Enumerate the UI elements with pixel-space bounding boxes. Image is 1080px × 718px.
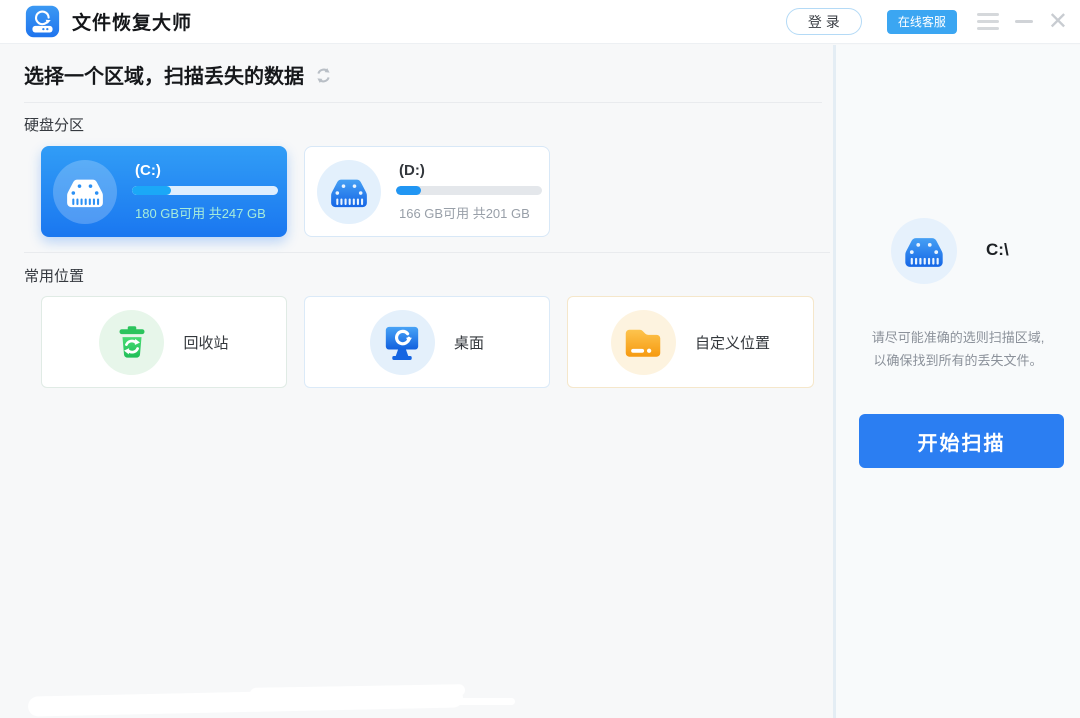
- drive-name: (C:): [132, 162, 278, 179]
- location-card-custom[interactable]: 自定义位置: [567, 296, 814, 388]
- online-service-button[interactable]: 在线客服: [887, 10, 957, 34]
- recycle-bin-icon: [99, 310, 164, 375]
- drive-icon: [53, 160, 117, 224]
- drive-card-d[interactable]: (D:) 166 GB可用 共201 GB: [304, 146, 550, 237]
- location-card-recycle-bin[interactable]: 回收站: [41, 296, 287, 388]
- location-label: 回收站: [183, 332, 228, 353]
- location-card-desktop[interactable]: 桌面: [304, 296, 550, 388]
- refresh-icon[interactable]: [314, 66, 333, 85]
- drive-icon: [317, 160, 381, 224]
- close-icon[interactable]: ✕: [1048, 12, 1068, 32]
- divider: [24, 252, 830, 253]
- drive-capacity-text: 180 GB可用 共247 GB: [132, 203, 278, 222]
- watermark-smudge: [440, 698, 515, 705]
- drive-card-c[interactable]: (C:) 180 GB可用 共247 GB: [41, 146, 287, 237]
- login-button[interactable]: 登 录: [786, 8, 862, 35]
- folder-icon: [611, 310, 676, 375]
- location-label: 桌面: [454, 332, 484, 353]
- app-window: 文件恢复大师 登 录 在线客服 ✕ 选择一个区域，扫描丢失的数据 硬盘分区: [0, 0, 1080, 718]
- drives-row: (C:) 180 GB可用 共247 GB: [41, 146, 550, 237]
- app-title: 文件恢复大师: [72, 8, 192, 35]
- page-title: 选择一个区域，扫描丢失的数据: [24, 60, 304, 89]
- selected-drive-label: C:\: [986, 240, 1009, 260]
- start-scan-button[interactable]: 开始扫描: [859, 414, 1064, 468]
- locations-section-label: 常用位置: [24, 265, 84, 286]
- title-bar: 文件恢复大师 登 录 在线客服 ✕: [0, 0, 1080, 44]
- scan-hint-text: 请尽可能准确的选则扫描区域, 以确保找到所有的丢失文件。: [836, 326, 1080, 372]
- drive-usage-bar: [396, 186, 542, 195]
- minimize-icon[interactable]: [1015, 12, 1035, 32]
- selected-drive-icon: [891, 218, 957, 284]
- divider: [24, 102, 822, 103]
- partitions-section-label: 硬盘分区: [24, 114, 84, 135]
- drive-usage-bar: [132, 186, 278, 195]
- app-logo-icon: [24, 4, 61, 39]
- locations-row: 回收站 桌面: [41, 296, 814, 388]
- scan-sidebar: C:\ 请尽可能准确的选则扫描区域, 以确保找到所有的丢失文件。 开始扫描: [833, 45, 1080, 718]
- menu-icon[interactable]: [977, 13, 999, 30]
- drive-capacity-text: 166 GB可用 共201 GB: [396, 203, 542, 222]
- drive-name: (D:): [396, 162, 542, 179]
- location-label: 自定义位置: [695, 332, 770, 353]
- desktop-refresh-icon: [370, 310, 435, 375]
